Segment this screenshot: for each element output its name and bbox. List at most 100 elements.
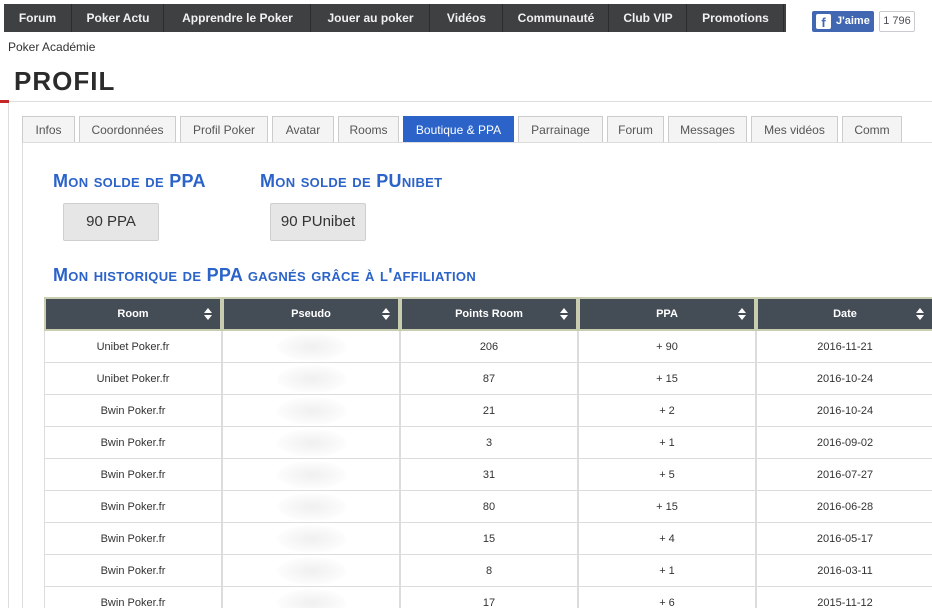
table-cell-points-room: 31 bbox=[400, 459, 578, 491]
table-cell-ppa: + 15 bbox=[578, 363, 756, 395]
table-row: Bwin Poker.fr 17 + 6 2015-11-12 bbox=[44, 587, 932, 608]
table-cell-ppa: + 6 bbox=[578, 587, 756, 608]
ppa-balance-heading: Mon solde de PPA bbox=[53, 171, 206, 191]
table-cell-pseudo bbox=[222, 427, 400, 459]
table-cell-date: 2016-03-11 bbox=[756, 555, 932, 587]
table-cell-room: Unibet Poker.fr bbox=[44, 331, 222, 363]
tab-infos[interactable]: Infos bbox=[22, 116, 75, 142]
like-count: 1 796 bbox=[879, 11, 915, 32]
table-cell-pseudo bbox=[222, 459, 400, 491]
table-row: Bwin Poker.fr 8 + 1 2016-03-11 bbox=[44, 555, 932, 587]
table-row: Bwin Poker.fr 15 + 4 2016-05-17 bbox=[44, 523, 932, 555]
column-header-label: PPA bbox=[656, 308, 678, 320]
table-cell-points-room: 17 bbox=[400, 587, 578, 608]
punibet-balance-value: 90 PUnibet bbox=[270, 203, 366, 241]
table-cell-date: 2016-05-17 bbox=[756, 523, 932, 555]
table-row: Bwin Poker.fr 3 + 1 2016-09-02 bbox=[44, 427, 932, 459]
sort-icon bbox=[560, 308, 568, 320]
facebook-like-button[interactable]: f J'aime bbox=[812, 11, 874, 32]
sort-icon bbox=[738, 308, 746, 320]
nav-item-apprendre[interactable]: Apprendre le Poker bbox=[165, 4, 311, 32]
redacted-pseudo bbox=[277, 525, 347, 553]
nav-item-poker-actu[interactable]: Poker Actu bbox=[73, 4, 164, 32]
top-nav: Forum Poker Actu Apprendre le Poker Joue… bbox=[0, 0, 786, 36]
table-cell-ppa: + 1 bbox=[578, 555, 756, 587]
nav-item-videos[interactable]: Vidéos bbox=[431, 4, 503, 32]
table-cell-ppa: + 15 bbox=[578, 491, 756, 523]
table-cell-date: 2016-10-24 bbox=[756, 363, 932, 395]
tab-comm[interactable]: Comm bbox=[842, 116, 902, 142]
table-cell-room: Bwin Poker.fr bbox=[44, 587, 222, 608]
column-header-ppa[interactable]: PPA bbox=[578, 297, 756, 331]
redacted-pseudo bbox=[277, 589, 347, 608]
table-cell-pseudo bbox=[222, 363, 400, 395]
table-cell-room: Bwin Poker.fr bbox=[44, 459, 222, 491]
table-row: Unibet Poker.fr 206 + 90 2016-11-21 bbox=[44, 331, 932, 363]
table-cell-ppa: + 1 bbox=[578, 427, 756, 459]
table-cell-points-room: 3 bbox=[400, 427, 578, 459]
table-cell-room: Unibet Poker.fr bbox=[44, 363, 222, 395]
redacted-pseudo bbox=[277, 557, 347, 585]
column-header-points-room[interactable]: Points Room bbox=[400, 297, 578, 331]
table-cell-ppa: + 2 bbox=[578, 395, 756, 427]
table-row: Bwin Poker.fr 80 + 15 2016-06-28 bbox=[44, 491, 932, 523]
sort-icon bbox=[916, 308, 924, 320]
table-cell-ppa: + 4 bbox=[578, 523, 756, 555]
nav-item-communaute[interactable]: Communauté bbox=[504, 4, 609, 32]
column-header-date[interactable]: Date bbox=[756, 297, 932, 331]
table-cell-date: 2016-11-21 bbox=[756, 331, 932, 363]
tab-mes-videos[interactable]: Mes vidéos bbox=[751, 116, 838, 142]
tab-rooms[interactable]: Rooms bbox=[338, 116, 399, 142]
table-cell-points-room: 206 bbox=[400, 331, 578, 363]
table-cell-points-room: 21 bbox=[400, 395, 578, 427]
redacted-pseudo bbox=[277, 461, 347, 489]
history-heading: Mon historique de PPA gagnés grâce à l'a… bbox=[53, 265, 477, 285]
punibet-balance-heading: Mon solde de PUnibet bbox=[260, 171, 443, 191]
redacted-pseudo bbox=[277, 397, 347, 425]
column-header-label: Room bbox=[117, 308, 149, 320]
table-cell-ppa: + 5 bbox=[578, 459, 756, 491]
table-cell-room: Bwin Poker.fr bbox=[44, 395, 222, 427]
table-cell-room: Bwin Poker.fr bbox=[44, 491, 222, 523]
table-cell-room: Bwin Poker.fr bbox=[44, 555, 222, 587]
table-cell-pseudo bbox=[222, 331, 400, 363]
redacted-pseudo bbox=[277, 493, 347, 521]
table-cell-date: 2016-09-02 bbox=[756, 427, 932, 459]
column-header-room[interactable]: Room bbox=[44, 297, 222, 331]
column-header-label: Date bbox=[833, 308, 857, 320]
tab-profil-poker[interactable]: Profil Poker bbox=[180, 116, 268, 142]
table-cell-pseudo bbox=[222, 523, 400, 555]
facebook-icon: f bbox=[816, 14, 831, 30]
tab-avatar[interactable]: Avatar bbox=[272, 116, 334, 142]
nav-item-jouer[interactable]: Jouer au poker bbox=[312, 4, 430, 32]
table-cell-points-room: 8 bbox=[400, 555, 578, 587]
sort-icon bbox=[382, 308, 390, 320]
table-cell-room: Bwin Poker.fr bbox=[44, 427, 222, 459]
redacted-pseudo bbox=[277, 429, 347, 457]
tab-coordonnees[interactable]: Coordonnées bbox=[79, 116, 176, 142]
redacted-pseudo bbox=[277, 333, 347, 361]
like-label: J'aime bbox=[836, 15, 870, 27]
tab-forum[interactable]: Forum bbox=[607, 116, 664, 142]
table-cell-date: 2016-10-24 bbox=[756, 395, 932, 427]
table-cell-pseudo bbox=[222, 555, 400, 587]
nav-item-promotions[interactable]: Promotions bbox=[688, 4, 784, 32]
table-cell-pseudo bbox=[222, 395, 400, 427]
column-header-label: Pseudo bbox=[291, 308, 331, 320]
column-header-pseudo[interactable]: Pseudo bbox=[222, 297, 400, 331]
panel-marker bbox=[0, 100, 9, 103]
tab-messages[interactable]: Messages bbox=[668, 116, 747, 142]
table-row: Bwin Poker.fr 21 + 2 2016-10-24 bbox=[44, 395, 932, 427]
nav-item-forum[interactable]: Forum bbox=[4, 4, 72, 32]
breadcrumb[interactable]: Poker Académie bbox=[8, 40, 95, 54]
ppa-balance-value: 90 PPA bbox=[63, 203, 159, 241]
sort-icon bbox=[204, 308, 212, 320]
page-title: PROFIL bbox=[14, 66, 116, 96]
tab-parrainage[interactable]: Parrainage bbox=[518, 116, 603, 142]
table-cell-points-room: 80 bbox=[400, 491, 578, 523]
tab-boutique-ppa[interactable]: Boutique & PPA bbox=[403, 116, 514, 142]
table-cell-date: 2016-07-27 bbox=[756, 459, 932, 491]
nav-item-club-vip[interactable]: Club VIP bbox=[610, 4, 687, 32]
table-cell-pseudo bbox=[222, 587, 400, 608]
table-cell-points-room: 87 bbox=[400, 363, 578, 395]
